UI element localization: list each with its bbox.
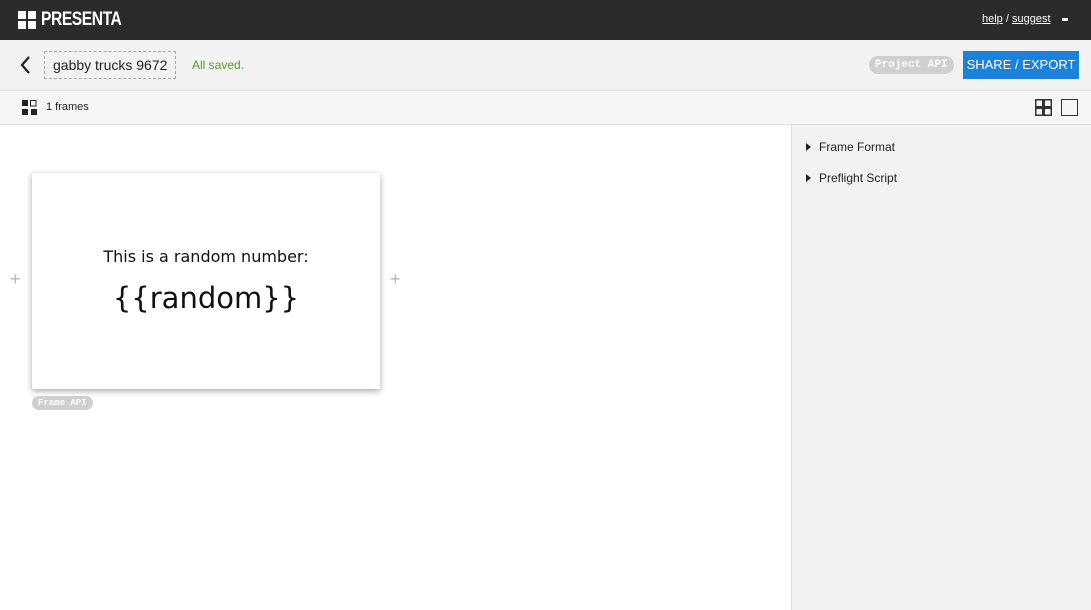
project-bar: gabby trucks 9672 All saved. Project API…: [0, 40, 1091, 91]
project-api-button[interactable]: Project API: [869, 56, 954, 74]
app-logo[interactable]: PRESENTA: [18, 9, 139, 30]
project-name-field[interactable]: gabby trucks 9672: [44, 51, 177, 79]
presenta-logo-icon: [18, 11, 36, 29]
top-links: help / suggest: [982, 13, 1051, 25]
app-name: PRESENTA: [41, 9, 122, 30]
top-navigation-bar: PRESENTA help / suggest: [0, 0, 1091, 40]
frame-api-button[interactable]: Frame API: [32, 396, 93, 410]
suggest-link[interactable]: suggest: [1012, 13, 1051, 25]
panel-item-label: Preflight Script: [819, 171, 898, 185]
frames-layout-icon[interactable]: [22, 100, 37, 115]
single-view-icon[interactable]: [1061, 99, 1078, 116]
panel-item-label: Frame Format: [819, 140, 896, 154]
add-frame-after-icon[interactable]: +: [390, 270, 401, 288]
frame-card[interactable]: This is a random number: {{random}}: [32, 173, 380, 389]
properties-panel: Frame Format Preflight Script: [791, 125, 1091, 610]
help-link[interactable]: help: [982, 13, 1003, 25]
share-export-button[interactable]: SHARE / EXPORT: [963, 51, 1079, 79]
frames-count: 1 frames: [46, 101, 89, 113]
back-button[interactable]: [18, 54, 34, 76]
links-separator: /: [1002, 13, 1012, 25]
frame-text-line1: This is a random number:: [103, 247, 309, 266]
triangle-right-icon: [806, 174, 811, 182]
user-menu-icon[interactable]: [1062, 18, 1068, 21]
back-arrow-icon: [20, 56, 30, 74]
frames-canvas: + This is a random number: {{random}} + …: [0, 125, 791, 610]
grid-view-icon[interactable]: [1035, 99, 1052, 116]
panel-item-preflight-script[interactable]: Preflight Script: [806, 171, 897, 185]
panel-item-frame-format[interactable]: Frame Format: [806, 140, 895, 154]
triangle-right-icon: [806, 143, 811, 151]
frame-text-line2: {{random}}: [112, 281, 300, 315]
add-frame-before-icon[interactable]: +: [10, 270, 21, 288]
frames-toolbar: 1 frames: [0, 91, 1091, 125]
save-status: All saved.: [192, 58, 245, 72]
